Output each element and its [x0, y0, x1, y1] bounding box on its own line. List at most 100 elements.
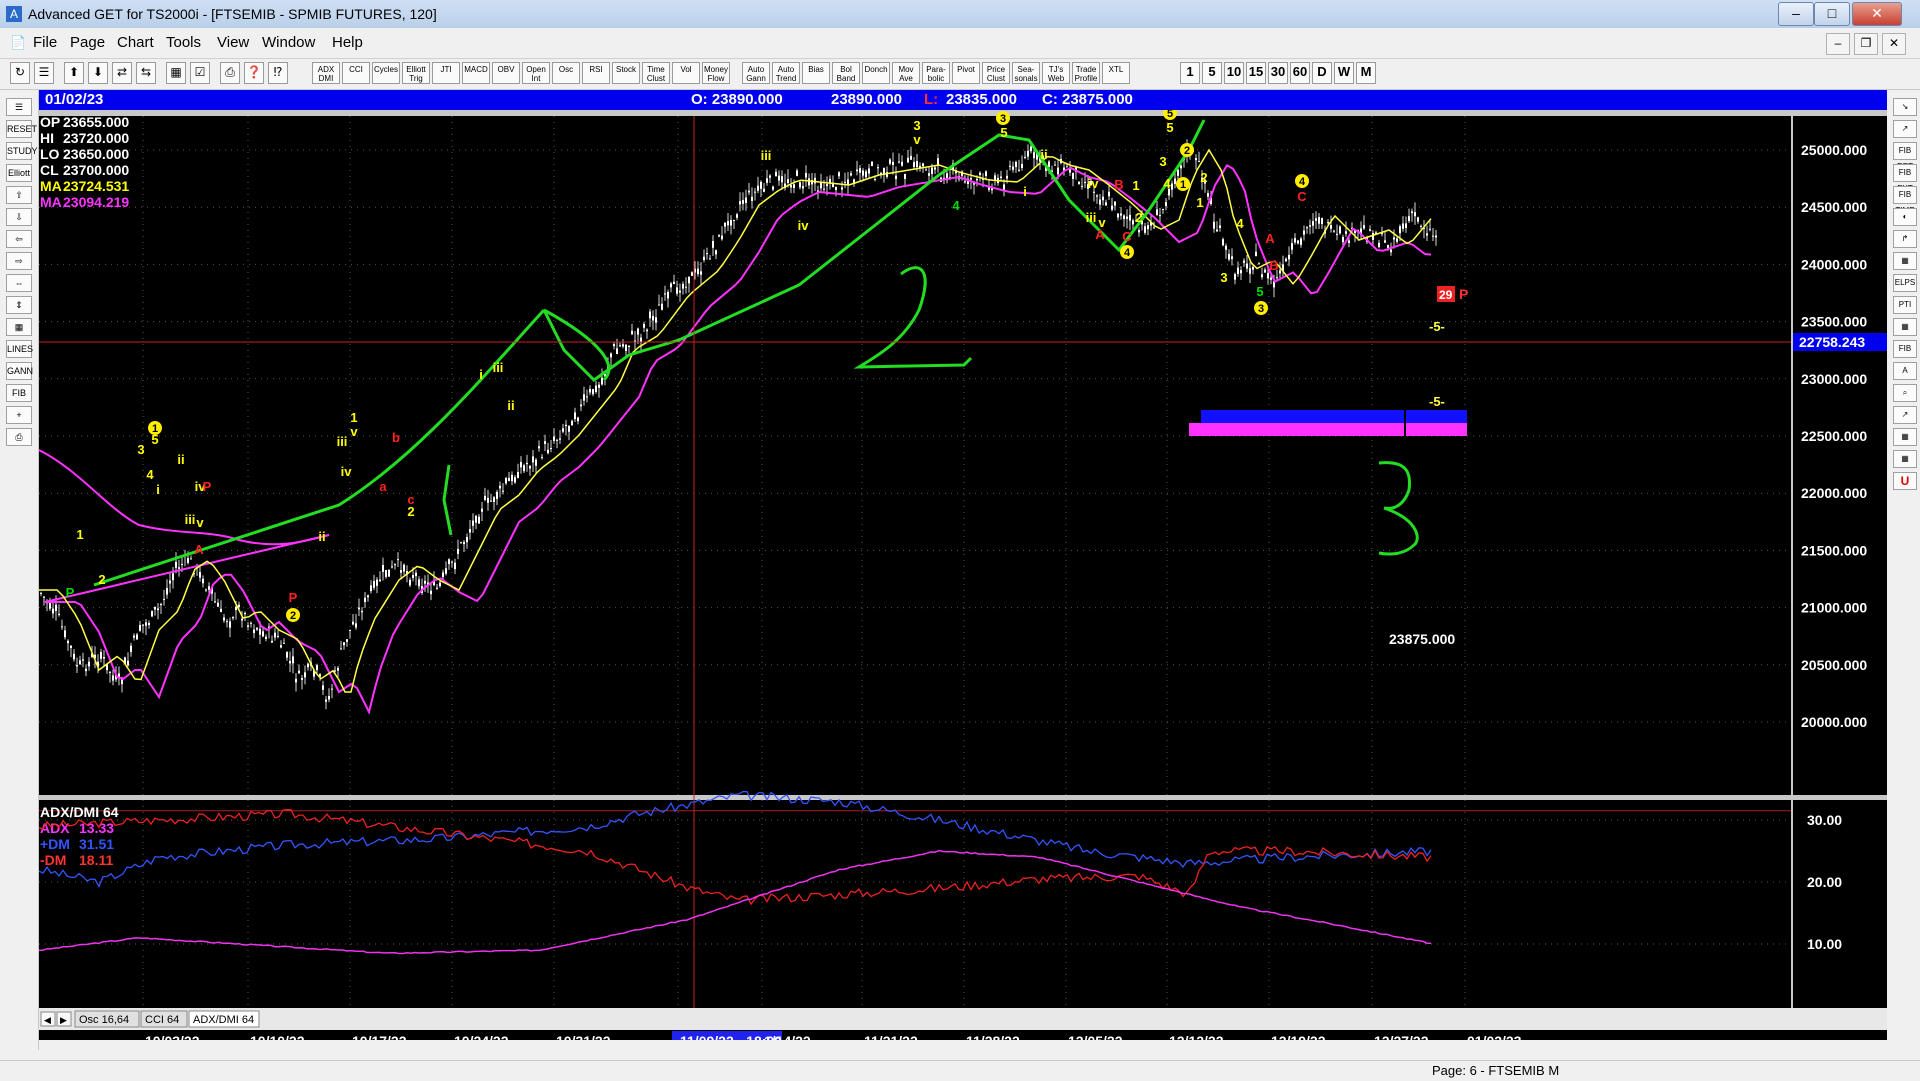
study-button-tjs[interactable]: TJ's Web [1042, 62, 1070, 84]
study-button-money[interactable]: Money Flow [702, 62, 730, 84]
maximize-button[interactable]: □ [1814, 2, 1850, 26]
toolbar-icon-7[interactable]: ☑ [190, 62, 210, 84]
left-tool-5[interactable]: ⇩ [6, 208, 32, 226]
toolbar-icon-9[interactable]: ❓ [244, 62, 264, 84]
study-button-mov[interactable]: Mov Ave [892, 62, 920, 84]
study-button-stock[interactable]: Stock [612, 62, 640, 84]
mdi-minimize-button[interactable]: – [1826, 33, 1850, 55]
left-tool-9[interactable]: ⇕ [6, 296, 32, 314]
toolbar-icon-8[interactable]: ⎙ [220, 62, 240, 84]
timeframe-button-d[interactable]: D [1312, 62, 1332, 84]
toolbar-icon-4[interactable]: ⇄ [112, 62, 132, 84]
study-button-cci[interactable]: CCI [342, 62, 370, 84]
menu-view[interactable]: View [217, 34, 249, 51]
menu-file[interactable]: File [33, 34, 57, 51]
timeframe-button-10[interactable]: 10 [1224, 62, 1244, 84]
elliott-label: 1 [76, 527, 83, 542]
menu-tools[interactable]: Tools [166, 34, 201, 51]
study-button-time[interactable]: Time Clust [642, 62, 670, 84]
mdi-restore-button[interactable]: ❐ [1854, 33, 1878, 55]
right-tool-12[interactable]: A [1893, 362, 1917, 380]
study-button-vol[interactable]: Vol [672, 62, 700, 84]
toolbar-icon-1[interactable]: ☰ [34, 62, 54, 84]
price-chart[interactable]: 25000.000 24500.000 24000.000 23500.000 2300… [39, 110, 1887, 1040]
menu-window[interactable]: Window [262, 34, 315, 51]
right-tool-17[interactable]: U [1893, 472, 1917, 490]
study-button-adx[interactable]: ADX DMI [312, 62, 340, 84]
study-button-trade[interactable]: Trade Profile [1072, 62, 1100, 84]
study-button-price[interactable]: Price Clust [982, 62, 1010, 84]
timeframe-button-w[interactable]: W [1334, 62, 1354, 84]
study-button-obv[interactable]: OBV [492, 62, 520, 84]
right-tool-8[interactable]: ELPS [1893, 274, 1917, 292]
left-tool-7[interactable]: ⇨ [6, 252, 32, 270]
right-tool-16[interactable]: ▦ [1893, 450, 1917, 468]
study-button-pivot[interactable]: Pivot [952, 62, 980, 84]
right-tool-11[interactable]: FIB [1893, 340, 1917, 358]
right-tool-13[interactable]: ⌕ [1893, 384, 1917, 402]
study-button-sea[interactable]: Sea-sonals [1012, 62, 1040, 84]
timeframe-button-15[interactable]: 15 [1246, 62, 1266, 84]
left-tool-6[interactable]: ⇦ [6, 230, 32, 248]
study-button-cycles[interactable]: Cycles [372, 62, 400, 84]
timeframe-button-5[interactable]: 5 [1202, 62, 1222, 84]
right-tool-15[interactable]: ▦ [1893, 428, 1917, 446]
right-tool-0[interactable]: ↘ [1893, 98, 1917, 116]
study-button-rsi[interactable]: RSI [582, 62, 610, 84]
left-tool-13[interactable]: FIB [6, 384, 32, 402]
study-button-jti[interactable]: JTI [432, 62, 460, 84]
study-button-bol[interactable]: Bol Band [832, 62, 860, 84]
study-button-elliott[interactable]: Elliott Trig [402, 62, 430, 84]
study-button-para[interactable]: Para-bolic [922, 62, 950, 84]
left-tool-10[interactable]: ▦ [6, 318, 32, 336]
study-button-donch[interactable]: Donch [862, 62, 890, 84]
left-tool-4[interactable]: ⇧ [6, 186, 32, 204]
toolbar-icon-3[interactable]: ⬇ [88, 62, 108, 84]
timeframe-button-m[interactable]: M [1356, 62, 1376, 84]
right-tool-2[interactable]: FIB RET [1893, 142, 1917, 171]
menu-page[interactable]: Page [70, 34, 105, 51]
minimize-button[interactable]: – [1778, 2, 1814, 26]
right-tool-4[interactable]: FIB TIME [1893, 186, 1917, 215]
left-tool-12[interactable]: GANN [6, 362, 33, 380]
right-tool-7[interactable]: ▦ [1893, 252, 1917, 270]
price-bar-body [352, 621, 354, 625]
close-button[interactable]: ✕ [1852, 2, 1902, 26]
timeframe-button-1[interactable]: 1 [1180, 62, 1200, 84]
study-button-open[interactable]: Open Int [522, 62, 550, 84]
price-bar-body [256, 627, 258, 630]
menu-help[interactable]: Help [332, 34, 363, 51]
right-tool-14[interactable]: ↗ [1893, 406, 1917, 424]
toolbar-icon-6[interactable]: ▦ [166, 62, 186, 84]
right-tool-1[interactable]: ↗ [1893, 120, 1917, 138]
study-button-auto[interactable]: Auto Gann [742, 62, 770, 84]
toolbar-icon-2[interactable]: ⬆ [64, 62, 84, 84]
left-tool-8[interactable]: ⇔ [6, 274, 32, 292]
right-tool-3[interactable]: FIB EXT [1893, 164, 1917, 193]
left-tool-11[interactable]: LINES [6, 340, 33, 358]
timeframe-button-30[interactable]: 30 [1268, 62, 1288, 84]
menu-chart[interactable]: Chart [117, 34, 154, 51]
toolbar-icon-5[interactable]: ⇆ [136, 62, 156, 84]
left-tool-14[interactable]: + [6, 406, 32, 424]
right-tool-5[interactable]: ◐ [1893, 208, 1917, 226]
mdi-close-button[interactable]: ✕ [1882, 33, 1906, 55]
timeframe-button-60[interactable]: 60 [1290, 62, 1310, 84]
left-tool-3[interactable]: Elliott [6, 164, 32, 182]
study-button-osc[interactable]: Osc [552, 62, 580, 84]
study-button-macd[interactable]: MACD [462, 62, 490, 84]
study-button-auto[interactable]: Auto Trend [772, 62, 800, 84]
right-tool-9[interactable]: PTI [1893, 296, 1917, 314]
toolbar-icon-0[interactable]: ↻ [10, 62, 30, 84]
left-tool-1[interactable]: RESET [6, 120, 37, 138]
left-tool-2[interactable]: STUDY [6, 142, 38, 160]
right-tool-10[interactable]: ▦ [1893, 318, 1917, 336]
study-button-xtl[interactable]: XTL [1102, 62, 1130, 84]
study-button-bias[interactable]: Bias [802, 62, 830, 84]
right-tool-6[interactable]: ↱ [1893, 230, 1917, 248]
toolbar-icon-10[interactable]: ⁉ [268, 62, 288, 84]
price-bar-body [1339, 226, 1341, 234]
left-tool-15[interactable]: ⎙ [6, 428, 32, 446]
left-tool-0[interactable]: ☰ [6, 98, 32, 116]
price-bar-body [844, 181, 846, 183]
